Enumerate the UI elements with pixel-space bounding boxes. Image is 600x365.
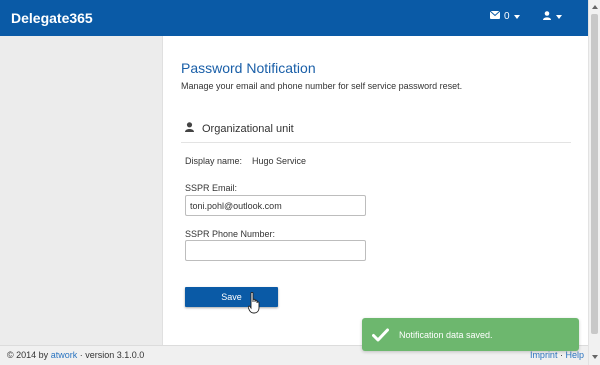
check-icon: [372, 328, 389, 342]
hand-cursor-icon: [247, 291, 260, 317]
section-header: Organizational unit: [185, 122, 294, 135]
footer-copyright: © 2014 by atwork · version 3.1.0.0: [7, 350, 144, 360]
user-icon: [543, 11, 551, 23]
scroll-up-arrow[interactable]: [592, 5, 598, 9]
page-title: Password Notification: [181, 60, 316, 76]
footer-links: Imprint · Help: [530, 350, 584, 360]
phone-field[interactable]: [185, 240, 366, 261]
scrollbar-thumb[interactable]: [591, 14, 598, 334]
page-subtitle: Manage your email and phone number for s…: [181, 81, 463, 91]
messages-count: 0: [504, 11, 510, 22]
sidebar: [0, 36, 163, 345]
vertical-scrollbar[interactable]: [588, 0, 600, 365]
display-name-label: Display name:: [185, 156, 243, 166]
user-icon: [185, 122, 194, 135]
app-brand[interactable]: Delegate365: [11, 10, 93, 26]
email-field[interactable]: [185, 195, 366, 216]
chevron-down-icon: [556, 15, 562, 19]
phone-label: SSPR Phone Number:: [185, 229, 276, 239]
imprint-link[interactable]: Imprint: [530, 350, 558, 360]
company-link[interactable]: atwork: [51, 350, 78, 360]
divider: [181, 142, 571, 143]
success-toast[interactable]: Notification data saved.: [362, 318, 579, 351]
top-navbar: Delegate365 0: [0, 0, 588, 36]
scroll-down-arrow[interactable]: [592, 355, 598, 359]
copyright-prefix: © 2014 by: [7, 350, 49, 360]
envelope-icon: [489, 10, 501, 22]
version-text: · version 3.1.0.0: [79, 350, 145, 360]
main-content: Password Notification Manage your email …: [163, 36, 588, 345]
section-title: Organizational unit: [202, 122, 294, 135]
footer-separator: ·: [559, 350, 563, 360]
save-button[interactable]: Save: [185, 287, 278, 307]
help-link[interactable]: Help: [565, 350, 584, 360]
user-menu-dropdown[interactable]: [543, 11, 562, 23]
toast-message: Notification data saved.: [399, 329, 493, 340]
display-name-row: Display name: Hugo Service: [185, 156, 306, 166]
email-label: SSPR Email:: [185, 183, 238, 193]
chevron-down-icon: [513, 14, 520, 19]
display-name-value: Hugo Service: [252, 156, 307, 166]
messages-dropdown[interactable]: 0: [489, 10, 520, 22]
